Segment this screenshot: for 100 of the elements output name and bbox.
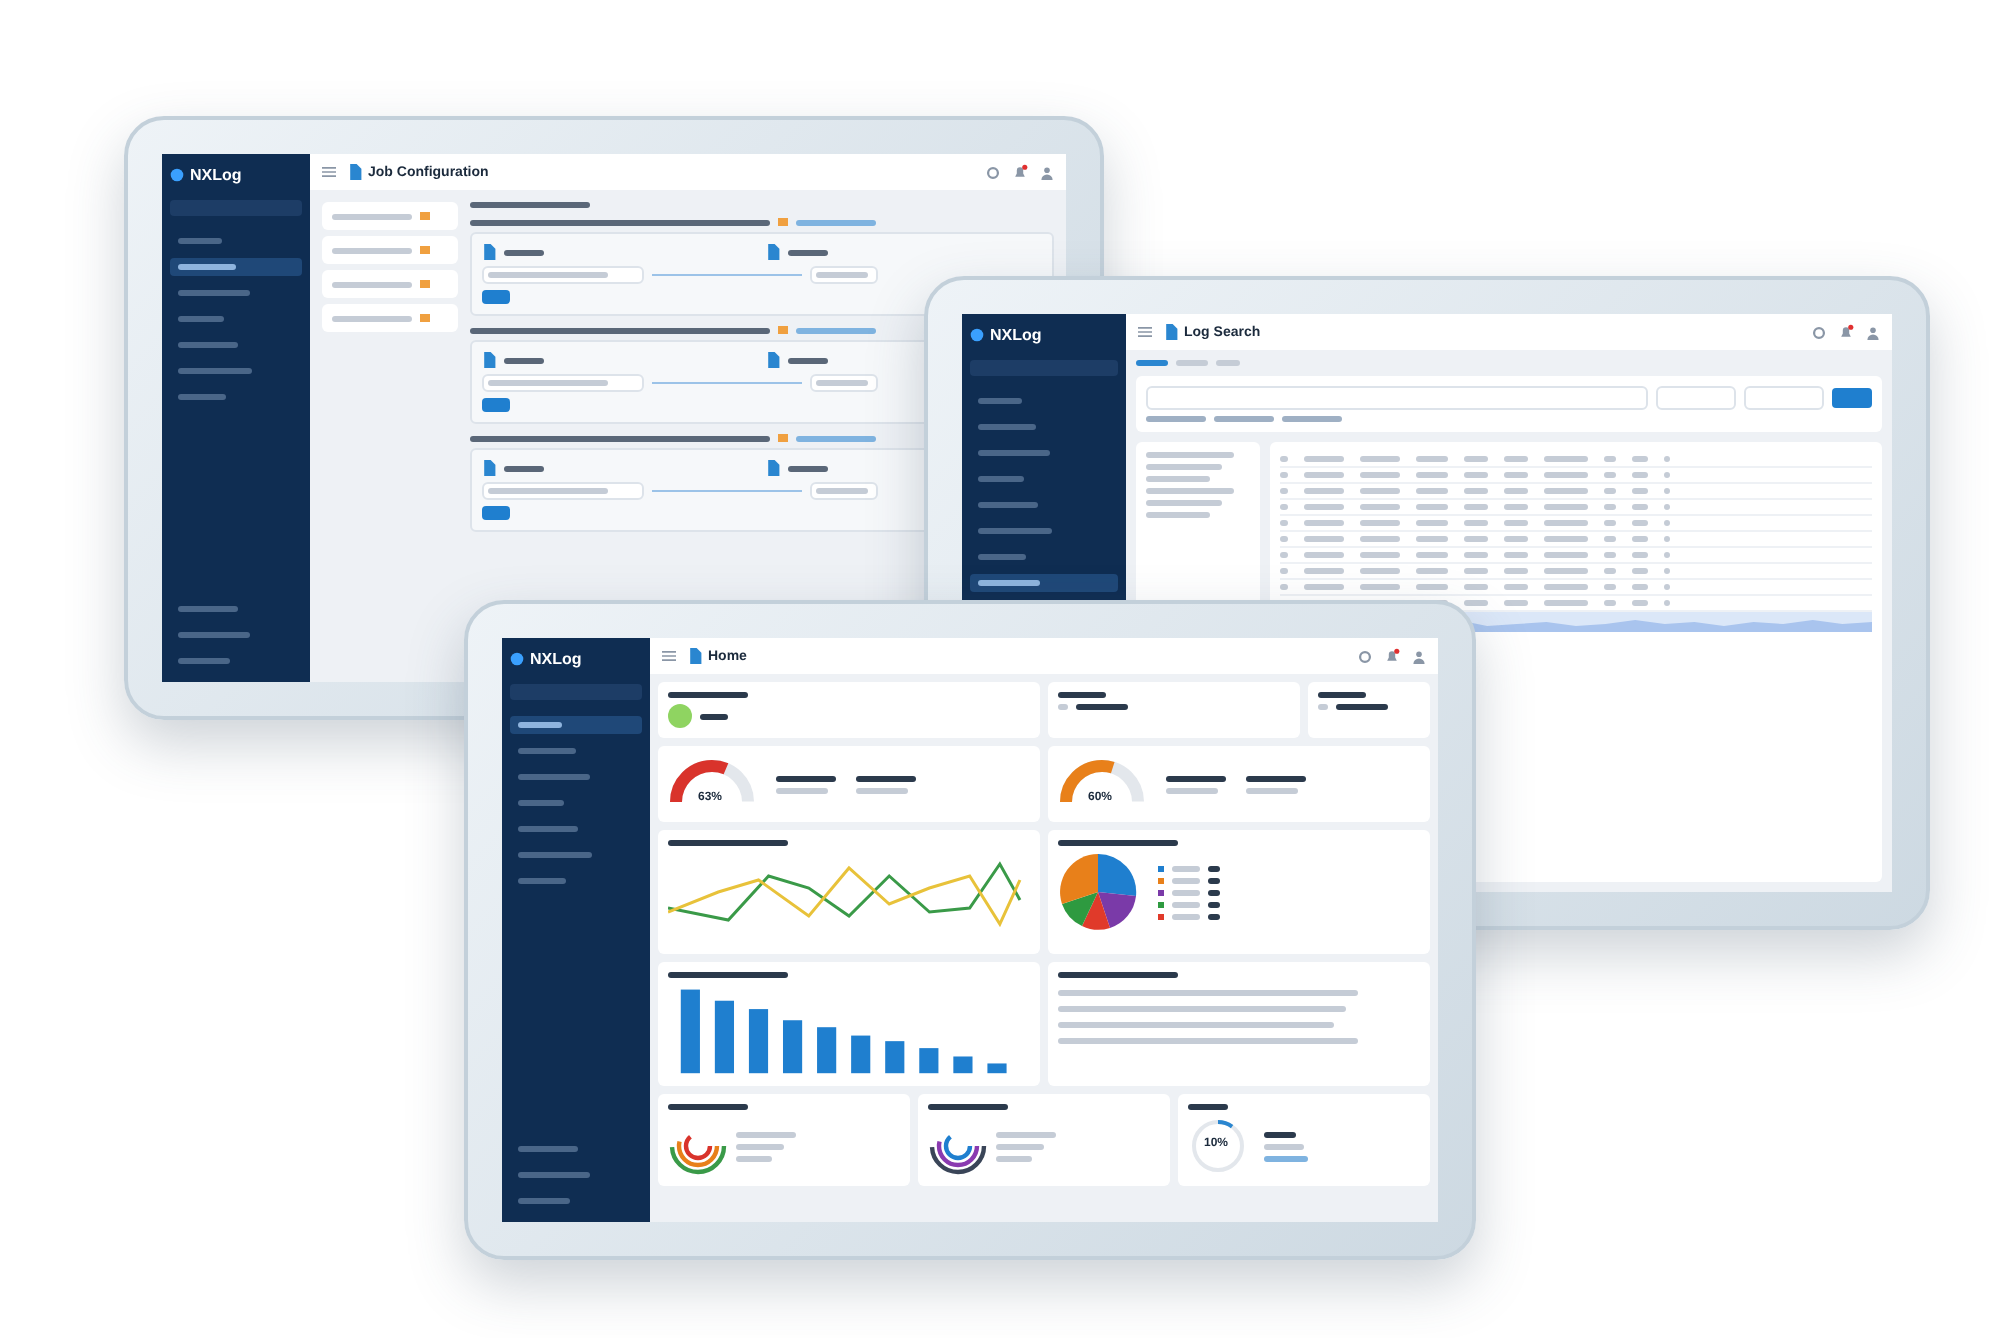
placeholder-line <box>1214 416 1274 422</box>
placeholder-line <box>1504 488 1528 494</box>
placeholder-line <box>1604 552 1616 558</box>
page-icon <box>482 244 496 260</box>
legend-swatch-icon <box>1158 865 1164 871</box>
placeholder-line <box>178 342 238 348</box>
sidebar-item[interactable] <box>170 258 302 276</box>
placeholder-line <box>1632 600 1648 606</box>
placeholder-line <box>736 1143 784 1149</box>
placeholder-line <box>1464 600 1488 606</box>
input-field[interactable] <box>810 374 878 392</box>
placeholder-line <box>470 202 590 208</box>
placeholder-line <box>1208 913 1220 919</box>
add-button[interactable] <box>482 290 510 304</box>
placeholder-line <box>1166 787 1218 793</box>
placeholder-line <box>1544 568 1588 574</box>
placeholder-line <box>1544 552 1588 558</box>
placeholder-line <box>1360 504 1400 510</box>
placeholder-line <box>978 502 1038 508</box>
placeholder-line <box>978 528 1052 534</box>
placeholder-line <box>178 606 238 612</box>
input-field[interactable] <box>810 482 878 500</box>
placeholder-line <box>978 424 1036 430</box>
placeholder-line <box>700 713 728 719</box>
source-card[interactable] <box>322 236 458 264</box>
input-field[interactable] <box>482 482 644 500</box>
placeholder-line <box>518 722 562 728</box>
logo-text: NXLog <box>190 166 242 184</box>
user-icon[interactable] <box>1040 165 1054 179</box>
placeholder-line <box>776 787 828 793</box>
placeholder-line <box>1304 456 1344 462</box>
placeholder-line <box>1280 504 1288 510</box>
placeholder-line <box>1208 889 1220 895</box>
input-field[interactable] <box>482 266 644 284</box>
placeholder-line <box>1544 488 1588 494</box>
placeholder-line <box>1360 536 1400 542</box>
placeholder-line <box>1208 901 1220 907</box>
placeholder-line <box>518 800 564 806</box>
query-field[interactable] <box>1146 386 1648 410</box>
placeholder-line <box>518 1172 590 1178</box>
placeholder-line <box>178 238 222 244</box>
placeholder-line <box>1604 584 1616 590</box>
placeholder-line <box>1336 704 1388 710</box>
sidebar-item[interactable] <box>510 716 642 734</box>
page-icon <box>688 648 702 664</box>
placeholder-line <box>816 380 868 386</box>
logo-icon <box>970 328 984 342</box>
placeholder-line <box>1544 456 1588 462</box>
placeholder-line <box>1304 536 1344 542</box>
add-button[interactable] <box>482 506 510 520</box>
placeholder-line <box>1246 775 1306 781</box>
page-icon <box>766 244 780 260</box>
input-field[interactable] <box>810 266 878 284</box>
source-card[interactable] <box>322 270 458 298</box>
placeholder-line <box>1216 360 1240 366</box>
source-card[interactable] <box>322 304 458 332</box>
placeholder-line <box>1136 360 1168 366</box>
placeholder-line <box>978 580 1040 586</box>
placeholder-line <box>518 826 578 832</box>
placeholder-line <box>1416 456 1448 462</box>
placeholder-line <box>1464 456 1488 462</box>
placeholder-line <box>1280 456 1288 462</box>
placeholder-line <box>1604 600 1616 606</box>
placeholder-line <box>1632 504 1648 510</box>
pie-chart-drawing <box>1058 852 1138 932</box>
input-field[interactable] <box>482 374 644 392</box>
placeholder-line <box>1280 568 1288 574</box>
placeholder-line <box>1172 913 1200 919</box>
placeholder-line <box>1544 504 1588 510</box>
menu-icon[interactable] <box>1138 326 1152 338</box>
bell-icon[interactable] <box>1384 648 1400 664</box>
placeholder-line <box>1304 504 1344 510</box>
placeholder-line <box>1304 568 1344 574</box>
dropdown[interactable] <box>1744 386 1824 410</box>
placeholder-line <box>178 368 252 374</box>
add-button[interactable] <box>482 398 510 412</box>
placeholder-line <box>1360 520 1400 526</box>
placeholder-line <box>1604 504 1616 510</box>
bell-icon[interactable] <box>1838 324 1854 340</box>
source-card[interactable] <box>322 202 458 230</box>
menu-icon[interactable] <box>662 650 676 662</box>
placeholder-line <box>1264 1143 1304 1149</box>
user-icon[interactable] <box>1866 325 1880 339</box>
search-button[interactable] <box>1832 388 1872 408</box>
placeholder-line <box>1360 568 1400 574</box>
placeholder-line <box>668 1104 748 1110</box>
legend-swatch-icon <box>1158 901 1164 907</box>
user-icon[interactable] <box>1412 649 1426 663</box>
menu-icon[interactable] <box>322 166 336 178</box>
sidebar-item[interactable] <box>970 574 1118 592</box>
placeholder-line <box>1172 901 1200 907</box>
dropdown[interactable] <box>1656 386 1736 410</box>
placeholder-line <box>488 272 608 278</box>
placeholder-line <box>1504 472 1528 478</box>
legend-swatch-icon <box>1158 877 1164 883</box>
placeholder-line <box>1504 552 1528 558</box>
placeholder-line <box>1632 536 1648 542</box>
placeholder-line <box>978 450 1050 456</box>
bell-icon[interactable] <box>1012 164 1028 180</box>
placeholder-line <box>504 465 544 471</box>
